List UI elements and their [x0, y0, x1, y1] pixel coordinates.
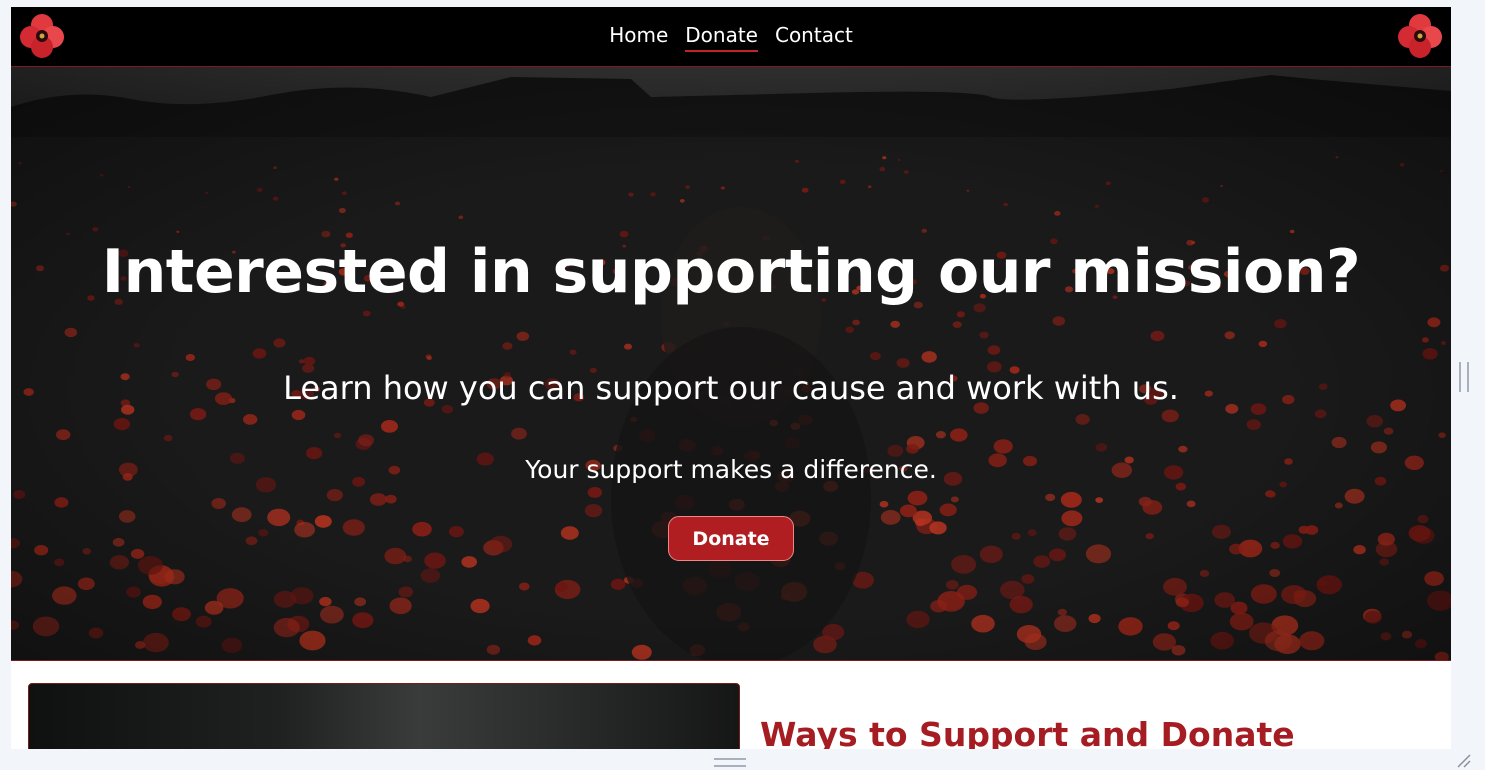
nav-link-home[interactable]: Home: [609, 22, 668, 52]
poppy-field-image: [11, 67, 1451, 660]
hero-subtitle: Learn how you can support our cause and …: [283, 369, 1179, 407]
hero-note: Your support makes a difference.: [525, 455, 937, 484]
section-title: Ways to Support and Donate: [760, 715, 1295, 749]
hero-title: Interested in supporting our mission?: [101, 237, 1361, 307]
resize-grip-icon[interactable]: [1455, 752, 1471, 768]
nav-link-donate[interactable]: Donate: [685, 22, 758, 52]
top-nav: Home Donate Contact: [11, 7, 1451, 67]
hero-banner: Interested in supporting our mission? Le…: [11, 67, 1451, 661]
page-frame: Home Donate Contact Interested in suppor…: [11, 7, 1451, 749]
poppy-icon[interactable]: [1397, 13, 1443, 59]
nav-links: Home Donate Contact: [11, 22, 1451, 52]
support-image: [28, 683, 740, 749]
donate-button[interactable]: Donate: [668, 516, 794, 561]
nav-link-contact[interactable]: Contact: [775, 22, 853, 52]
horizontal-splitter-handle[interactable]: [714, 758, 746, 767]
vertical-splitter-handle[interactable]: [1459, 362, 1469, 392]
